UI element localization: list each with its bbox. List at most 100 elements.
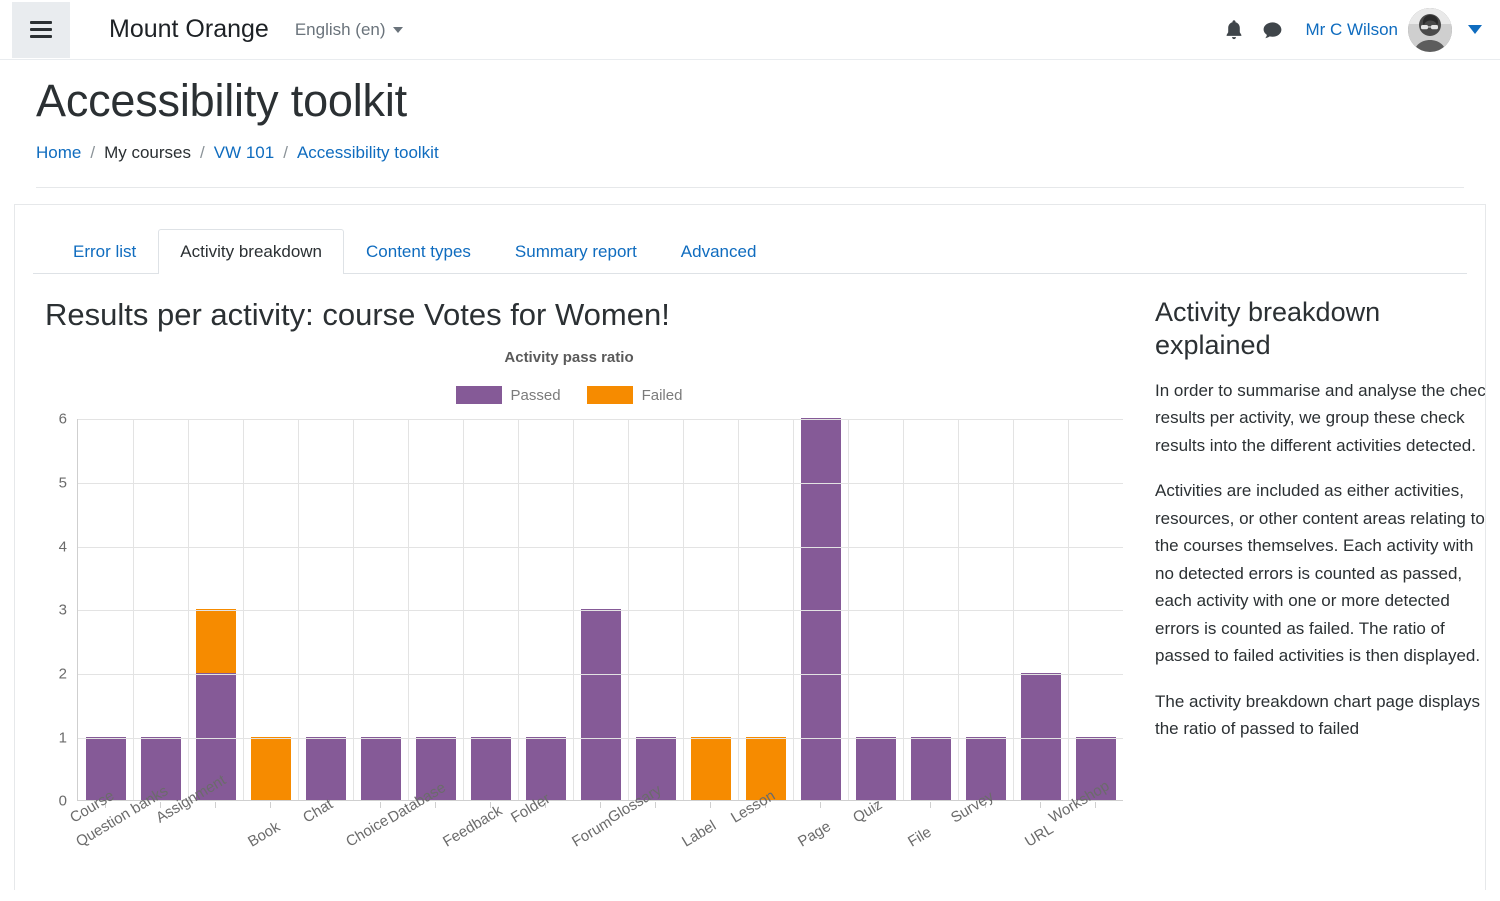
breadcrumb-item-home[interactable]: Home <box>36 143 81 163</box>
bar-quiz[interactable] <box>855 736 896 801</box>
bar-segment-passed[interactable] <box>910 736 951 801</box>
legend-label-passed: Passed <box>510 386 561 404</box>
chart-column: Results per activity: course Votes for W… <box>33 274 1123 851</box>
x-axis-slot: Folder <box>508 790 572 880</box>
bar-file[interactable] <box>910 736 951 801</box>
bar-feedback[interactable] <box>470 736 511 801</box>
chart-legend: Passed Failed <box>45 386 1123 405</box>
gridline-vertical <box>188 419 189 801</box>
sidebar-title: Activity breakdown explained <box>1155 297 1381 361</box>
breadcrumb-item-vw-101[interactable]: VW 101 <box>214 143 274 163</box>
bar-folder[interactable] <box>525 736 566 801</box>
y-axis-tick: 3 <box>58 601 67 619</box>
bar-segment-passed[interactable] <box>305 736 346 801</box>
bar-chat[interactable] <box>305 736 346 801</box>
bar-segment-passed[interactable] <box>800 418 841 801</box>
sidebar-paragraph: Activities are included as either activi… <box>1155 481 1485 666</box>
x-axis-tickmark <box>930 802 932 809</box>
y-axis-tick: 0 <box>58 792 67 810</box>
x-axis-label: Label <box>679 817 720 851</box>
x-axis-label: URL <box>1021 820 1057 851</box>
hamburger-bar <box>30 28 52 31</box>
bell-icon[interactable] <box>1215 11 1253 49</box>
tab-summary-report[interactable]: Summary report <box>493 229 659 274</box>
bar-segment-failed[interactable] <box>250 736 291 801</box>
x-axis-slot: Quiz <box>848 796 903 880</box>
hamburger-icon[interactable] <box>12 1 70 58</box>
bar-segment-passed[interactable] <box>1020 672 1061 801</box>
chart-title: Activity pass ratio <box>504 349 634 367</box>
bar-segment-failed[interactable] <box>690 736 731 801</box>
page-header: Accessibility toolkit Home / My courses … <box>0 60 1500 189</box>
legend-swatch-failed <box>586 386 633 405</box>
gridline-vertical <box>903 419 904 801</box>
breadcrumb-item-accessibility-toolkit[interactable]: Accessibility toolkit <box>297 143 439 163</box>
bar-segment-passed[interactable] <box>360 736 401 801</box>
gridline-vertical <box>243 419 244 801</box>
y-axis: 0 1 2 3 4 5 6 <box>45 411 75 810</box>
y-axis-tick: 1 <box>58 729 67 747</box>
gridline-vertical <box>628 419 629 801</box>
gridline <box>78 673 1123 675</box>
x-axis-slot: Assignment <box>153 772 242 880</box>
tab-advanced[interactable]: Advanced <box>659 229 779 274</box>
tab-content-types[interactable]: Content types <box>344 229 493 274</box>
message-bubble-icon[interactable] <box>1253 11 1291 49</box>
gridline-vertical <box>1013 419 1014 801</box>
bar-segment-passed[interactable] <box>525 736 566 801</box>
gridline-vertical <box>298 419 299 801</box>
x-axis-slot: Book <box>242 802 297 880</box>
breadcrumb-separator: / <box>200 143 205 163</box>
sidebar-paragraph: In order to summarise and analyse the ch… <box>1155 380 1486 455</box>
bar-url[interactable] <box>1020 672 1061 801</box>
x-axis-tickmark <box>1040 802 1042 809</box>
site-brand[interactable]: Mount Orange <box>109 15 269 44</box>
bar-page[interactable] <box>800 418 841 801</box>
gridline-vertical <box>738 419 739 801</box>
breadcrumb-separator: / <box>283 143 288 163</box>
x-axis-tickmark <box>710 802 712 809</box>
language-selector[interactable]: English (en) <box>295 20 403 40</box>
gridline-vertical <box>958 419 959 801</box>
bar-forum[interactable] <box>580 609 621 801</box>
gridline-vertical <box>573 419 574 801</box>
gridline-vertical <box>1068 419 1069 801</box>
plot-grid <box>77 418 1123 802</box>
y-axis-tick: 4 <box>58 538 67 556</box>
breadcrumb: Home / My courses / VW 101 / Accessibili… <box>36 143 1464 163</box>
legend-item-passed[interactable]: Passed <box>455 386 561 405</box>
page-title: Accessibility toolkit <box>36 75 407 126</box>
legend-swatch-passed <box>455 386 502 405</box>
user-menu-chevron-down-icon[interactable] <box>1468 25 1482 34</box>
x-axis-tickmark <box>1095 802 1097 809</box>
gridline-vertical <box>518 419 519 801</box>
x-axis-label: Book <box>244 818 283 851</box>
x-axis-tickmark <box>434 802 436 809</box>
x-axis-tickmark <box>379 802 381 809</box>
user-name: Mr C Wilson <box>1305 19 1398 39</box>
tab-activity-breakdown[interactable]: Activity breakdown <box>158 229 345 275</box>
x-axis-slot: Lesson <box>728 787 793 880</box>
top-navbar: Mount Orange English (en) Mr C Wilson <box>0 0 1500 60</box>
bar-book[interactable] <box>250 736 291 801</box>
bar-segment-passed[interactable] <box>855 736 896 801</box>
tab-error-list[interactable]: Error list <box>51 229 158 274</box>
content-card: Error list Activity breakdown Content ty… <box>14 204 1486 891</box>
sidebar-paragraph: The activity breakdown chart page displa… <box>1155 691 1481 739</box>
bar-segment-failed[interactable] <box>195 609 236 673</box>
breadcrumb-separator: / <box>90 143 96 163</box>
user-menu[interactable]: Mr C Wilson <box>1305 7 1452 52</box>
bar-choice[interactable] <box>360 736 401 801</box>
x-axis-tickmark <box>599 802 601 809</box>
x-axis-slot: Page <box>793 802 848 880</box>
breadcrumb-item-my-courses[interactable]: My courses <box>104 143 191 163</box>
bar-segment-passed[interactable] <box>580 609 621 801</box>
bar-assignment[interactable] <box>195 609 236 801</box>
legend-item-failed[interactable]: Failed <box>586 386 682 405</box>
bar-label[interactable] <box>690 736 731 801</box>
bar-segment-passed[interactable] <box>470 736 511 801</box>
gridline <box>78 546 1123 548</box>
x-axis-slot: Workshop <box>1046 778 1123 880</box>
x-axis-label: File <box>905 823 935 851</box>
gridline <box>78 419 1123 421</box>
